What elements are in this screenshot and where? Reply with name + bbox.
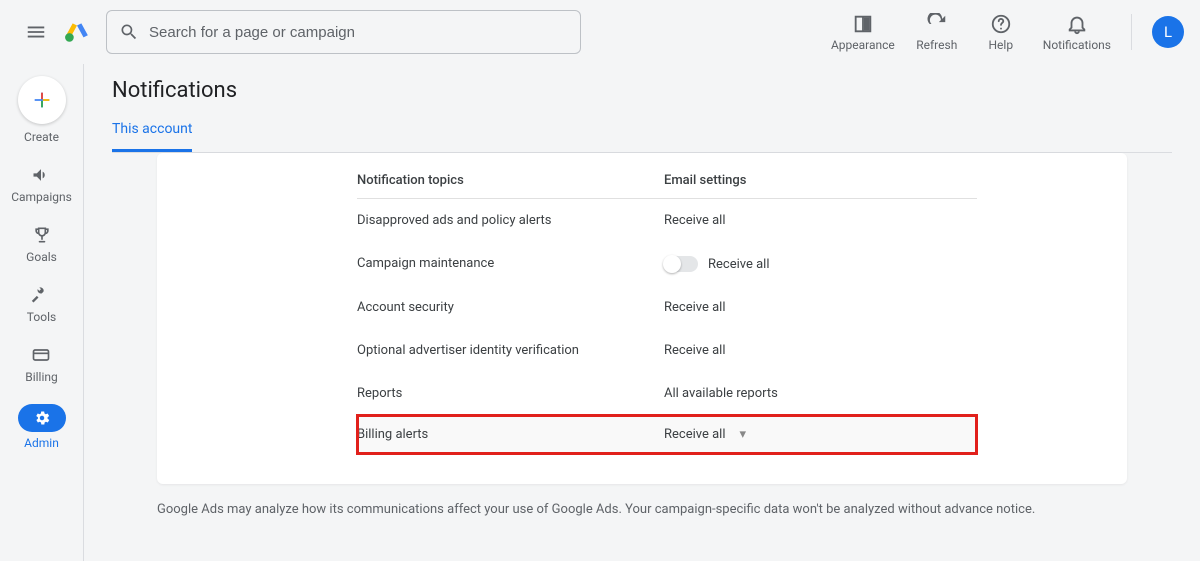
topic-label: Optional advertiser identity verificatio… <box>357 343 664 358</box>
bell-icon <box>1066 13 1088 35</box>
card-icon <box>31 345 51 365</box>
page-title: Notifications <box>112 78 1172 103</box>
refresh-button[interactable]: Refresh <box>915 12 959 52</box>
tools-icon <box>31 285 51 305</box>
topic-label: Disapproved ads and policy alerts <box>357 213 664 228</box>
refresh-label: Refresh <box>916 38 957 52</box>
search-input[interactable] <box>149 24 568 41</box>
notifications-label: Notifications <box>1043 38 1111 52</box>
row-campaign-maintenance[interactable]: Campaign maintenance Receive all <box>357 242 977 286</box>
appearance-button[interactable]: Appearance <box>831 12 895 52</box>
gear-icon <box>33 409 51 427</box>
nav-campaigns-label: Campaigns <box>11 190 72 204</box>
setting-value: Receive all <box>708 257 770 272</box>
help-button[interactable]: Help <box>979 12 1023 52</box>
setting-value: Receive all <box>664 300 977 315</box>
search-icon <box>119 22 139 42</box>
help-icon <box>990 13 1012 35</box>
topic-label: Account security <box>357 300 664 315</box>
header-email-settings: Email settings <box>664 173 977 188</box>
user-avatar[interactable]: L <box>1152 16 1184 48</box>
search-box[interactable] <box>106 10 581 54</box>
row-account-security[interactable]: Account security Receive all <box>357 286 977 329</box>
megaphone-icon <box>31 165 51 185</box>
create-button[interactable] <box>18 76 66 124</box>
topic-label: Billing alerts <box>357 427 664 442</box>
header-notification-topics: Notification topics <box>357 173 664 188</box>
google-ads-logo <box>64 19 90 45</box>
nav-admin-label: Admin <box>24 436 59 450</box>
setting-value: All available reports <box>664 386 977 401</box>
topic-label: Campaign maintenance <box>357 256 664 272</box>
row-identity-verification[interactable]: Optional advertiser identity verificatio… <box>357 329 977 372</box>
setting-value: Receive all <box>664 427 726 442</box>
ads-logo-icon <box>64 19 90 45</box>
nav-goals-label: Goals <box>26 250 57 264</box>
nav-admin[interactable]: Admin <box>18 404 66 450</box>
nav-billing[interactable]: Billing <box>25 344 58 384</box>
divider <box>1131 14 1132 50</box>
plus-icon <box>31 89 53 111</box>
chevron-down-icon: ▾ <box>740 427 747 442</box>
setting-value: Receive all <box>664 213 977 228</box>
appearance-label: Appearance <box>831 38 895 52</box>
nav-billing-label: Billing <box>25 370 58 384</box>
hamburger-menu-button[interactable] <box>16 12 56 52</box>
appearance-icon <box>852 13 874 35</box>
refresh-icon <box>926 13 948 35</box>
setting-value: Receive all <box>664 343 977 358</box>
footnote-text: Google Ads may analyze how its communica… <box>157 502 1127 517</box>
maintenance-toggle[interactable] <box>664 256 698 272</box>
nav-tools[interactable]: Tools <box>27 284 56 324</box>
notifications-button[interactable]: Notifications <box>1043 12 1111 52</box>
trophy-icon <box>32 225 52 245</box>
row-reports[interactable]: Reports All available reports <box>357 372 977 415</box>
notifications-card: Notification topics Email settings Disap… <box>157 153 1127 484</box>
tab-this-account[interactable]: This account <box>112 121 192 152</box>
row-billing-alerts[interactable]: Billing alerts Receive all ▾ <box>357 415 977 454</box>
nav-goals[interactable]: Goals <box>26 224 57 264</box>
nav-tools-label: Tools <box>27 310 56 324</box>
menu-icon <box>25 21 47 43</box>
create-label: Create <box>24 130 59 144</box>
topic-label: Reports <box>357 386 664 401</box>
help-label: Help <box>988 38 1013 52</box>
nav-campaigns[interactable]: Campaigns <box>11 164 72 204</box>
billing-alerts-dropdown[interactable]: Receive all ▾ <box>664 427 977 442</box>
row-disapproved-ads[interactable]: Disapproved ads and policy alerts Receiv… <box>357 199 977 242</box>
